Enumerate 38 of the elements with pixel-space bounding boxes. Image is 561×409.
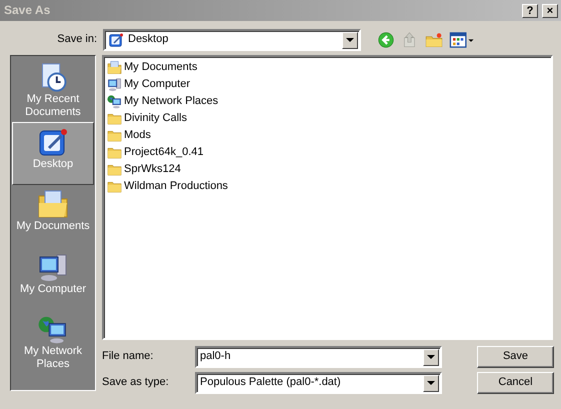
file-item[interactable]: My Computer [107,76,548,93]
save-in-label: Save in: [56,33,97,47]
folder-icon [107,162,122,177]
cancel-button[interactable]: Cancel [477,372,554,394]
file-item[interactable]: Project64k_0.41 [107,144,548,161]
desktop-icon [37,126,69,158]
file-item[interactable]: SprWks124 [107,161,548,178]
file-name-label: File name: [102,350,154,364]
file-item[interactable]: Divinity Calls [107,110,548,127]
folder-icon [37,188,69,220]
file-type-dropdown[interactable]: Populous Palette (pal0-*.dat) [195,372,442,394]
save-in-dropdown[interactable]: Desktop [103,29,361,51]
folder-icon [107,128,122,143]
folder-icon [107,179,122,194]
folder-icon [107,60,122,75]
new-folder-icon[interactable] [425,31,443,49]
save-as-type-label: Save as type: [102,376,170,390]
file-item[interactable]: My Network Places [107,93,548,110]
places-item[interactable]: My Recent Documents [12,59,94,122]
file-item[interactable]: Wildman Productions [107,178,548,195]
places-item[interactable]: My Computer [12,248,94,311]
close-button[interactable]: × [542,4,558,18]
places-item[interactable]: My Network Places [12,311,94,374]
folder-icon [107,111,122,126]
file-item[interactable]: My Documents [107,59,548,76]
folder-icon [107,145,122,160]
file-item[interactable]: Mods [107,127,548,144]
network-icon [37,314,69,345]
computer-icon [107,77,122,92]
desktop-icon [108,32,124,48]
network-icon [107,94,122,109]
file-name-field[interactable]: pal0-h [195,346,442,368]
back-icon[interactable] [377,31,395,49]
save-button[interactable]: Save [477,346,554,368]
window-title: Save As [4,3,50,18]
places-item[interactable]: My Documents [12,185,94,248]
views-icon[interactable] [449,31,475,49]
help-button[interactable]: ? [522,4,538,18]
